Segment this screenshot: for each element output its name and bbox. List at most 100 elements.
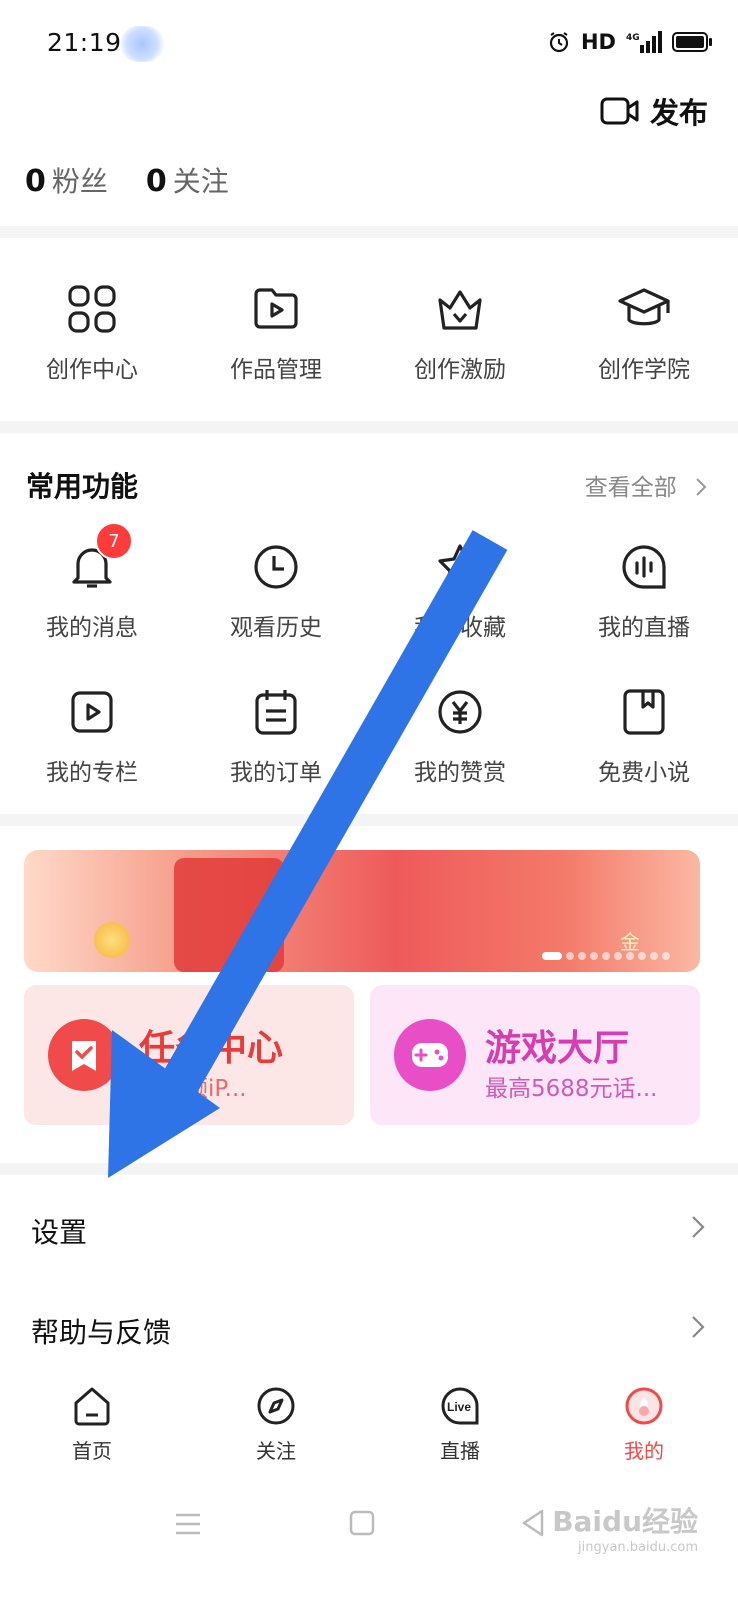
creator-center-label: 创作中心	[46, 357, 138, 383]
creation-incentive-item[interactable]: 创作激励	[368, 282, 552, 384]
home-icon	[74, 1387, 110, 1426]
my-column-label: 我的专栏	[46, 760, 138, 786]
my-appreciation-item[interactable]: 我的赞赏	[368, 685, 552, 787]
book-icon	[617, 685, 671, 739]
clock-icon	[249, 540, 303, 594]
creator-tools: 创作中心 作品管理 创作激励 创作学院	[0, 282, 736, 384]
crown-icon	[433, 282, 487, 336]
creation-incentive-label: 创作激励	[414, 357, 506, 383]
works-management-label: 作品管理	[230, 357, 322, 383]
section-divider	[0, 421, 738, 433]
creation-academy-label: 创作学院	[598, 357, 690, 383]
tab-home[interactable]: 首页	[0, 1385, 184, 1464]
profile-counts: 0 粉丝 0 关注	[25, 160, 229, 200]
my-favorites-label: 我的收藏	[414, 615, 506, 641]
my-live-item[interactable]: 我的直播	[552, 540, 736, 642]
chevron-right-icon	[696, 478, 707, 496]
creator-center-item[interactable]: 创作中心	[0, 282, 184, 384]
status-time: 21:19	[47, 28, 122, 57]
banner-coin-icon	[94, 922, 130, 958]
free-novels-item[interactable]: 免费小说	[552, 685, 736, 787]
folder-play-icon	[249, 282, 303, 336]
svg-text:Live: Live	[447, 1400, 471, 1414]
task-center-subtitle: 参与领iP...	[139, 1076, 247, 1102]
blurred-status-icon	[120, 26, 164, 62]
bookmark-check-icon	[48, 1019, 120, 1091]
my-messages-label: 我的消息	[46, 615, 138, 641]
chevron-right-icon	[692, 1216, 705, 1238]
see-all-link[interactable]: 查看全部	[585, 468, 708, 502]
my-appreciation-label: 我的赞赏	[414, 760, 506, 786]
my-column-item[interactable]: 我的专栏	[0, 685, 184, 787]
works-management-item[interactable]: 作品管理	[184, 282, 368, 384]
banner-pagination	[542, 952, 670, 960]
yen-icon	[433, 685, 487, 739]
help-feedback-row[interactable]: 帮助与反馈	[0, 1285, 738, 1375]
publish-button[interactable]: 发布	[600, 90, 708, 132]
follow-number: 0	[145, 164, 167, 199]
back-triangle-icon[interactable]	[520, 1508, 546, 1538]
bell-icon: 7	[65, 522, 133, 594]
signal-icon: 4G	[626, 31, 662, 53]
task-center-title: 任务中心	[139, 1028, 284, 1069]
promo-banner[interactable]: 金	[24, 850, 700, 972]
bottom-tab-bar: 首页 关注 Live 直播 我的	[0, 1385, 738, 1464]
star-icon	[433, 540, 487, 594]
my-orders-item[interactable]: 我的订单	[184, 685, 368, 787]
tab-live-label: 直播	[440, 1439, 480, 1463]
my-live-label: 我的直播	[598, 615, 690, 641]
baidu-watermark: Baidu经验	[552, 1505, 698, 1538]
follow-label: 关注	[172, 165, 229, 198]
watch-history-label: 观看历史	[230, 615, 322, 641]
see-all-label: 查看全部	[584, 475, 677, 501]
banner-red-packet	[174, 858, 284, 972]
settings-label: 设置	[31, 1216, 88, 1249]
publish-label: 发布	[649, 96, 708, 130]
column-play-icon	[65, 685, 119, 739]
watch-history-item[interactable]: 观看历史	[184, 540, 368, 642]
fans-number: 0	[25, 164, 46, 199]
tab-follow[interactable]: 关注	[184, 1385, 368, 1464]
gamepad-icon	[394, 1019, 466, 1091]
common-row-1: 7 我的消息 观看历史 我的收藏 我的直播	[0, 522, 736, 642]
task-center-card[interactable]: 任务中心 参与领iP...	[24, 985, 354, 1125]
free-novels-label: 免费小说	[598, 760, 690, 786]
status-icons: HD 4G	[547, 30, 712, 54]
section-divider	[0, 1163, 738, 1175]
baidu-watermark-url: jingyan.baidu.com	[578, 1540, 698, 1555]
grid-icon	[65, 282, 119, 336]
section-divider	[0, 814, 738, 826]
live-tab-icon: Live	[441, 1387, 479, 1425]
creation-academy-item[interactable]: 创作学院	[552, 282, 736, 384]
banner-text: 金	[620, 930, 640, 954]
my-favorites-item[interactable]: 我的收藏	[368, 540, 552, 642]
menu-lines-icon[interactable]	[174, 1512, 202, 1536]
tab-me[interactable]: 我的	[552, 1385, 736, 1464]
network-label: 4G	[626, 33, 640, 43]
me-icon	[625, 1387, 663, 1425]
game-hall-subtitle: 最高5688元话...	[485, 1076, 658, 1102]
alarm-icon	[549, 32, 569, 53]
chevron-right-icon	[692, 1316, 705, 1338]
section-divider	[0, 226, 738, 238]
common-row-2: 我的专栏 我的订单 我的赞赏 免费小说	[0, 685, 736, 787]
common-functions-title: 常用功能	[26, 470, 139, 503]
tab-follow-label: 关注	[256, 1439, 296, 1463]
hd-indicator: HD	[580, 30, 616, 54]
square-home-icon[interactable]	[349, 1510, 375, 1536]
follow-count[interactable]: 0 关注	[146, 160, 229, 200]
compass-icon	[257, 1387, 295, 1425]
settings-row[interactable]: 设置	[0, 1185, 738, 1275]
game-hall-card[interactable]: 游戏大厅 最高5688元话...	[370, 985, 700, 1125]
order-icon	[249, 685, 303, 739]
fans-label: 粉丝	[51, 165, 108, 198]
game-hall-title: 游戏大厅	[485, 1028, 630, 1069]
my-messages-item[interactable]: 7 我的消息	[0, 522, 184, 642]
help-feedback-label: 帮助与反馈	[31, 1316, 172, 1349]
message-badge: 7	[95, 522, 133, 560]
tab-me-label: 我的	[624, 1439, 664, 1463]
fans-count[interactable]: 0 粉丝	[25, 160, 108, 200]
tab-live[interactable]: Live 直播	[368, 1385, 552, 1464]
tab-home-label: 首页	[72, 1439, 112, 1463]
live-icon	[617, 540, 671, 594]
